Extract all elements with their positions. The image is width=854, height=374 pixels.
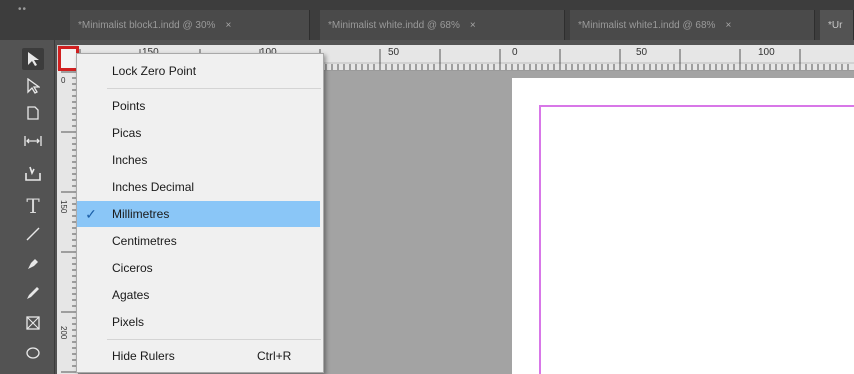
margin-guide — [539, 105, 854, 374]
tab-document-1[interactable]: *Minimalist block1.indd @ 30% × — [70, 10, 310, 40]
menu-item-label: Ciceros — [112, 261, 153, 275]
ruler-label: 200 — [59, 326, 68, 340]
selection-tool-icon[interactable] — [22, 48, 44, 70]
rectangle-frame-tool-icon[interactable] — [22, 312, 44, 334]
menu-item-shortcut: Ctrl+R — [257, 349, 292, 363]
menu-item-centimetres[interactable]: Centimetres — [77, 228, 323, 254]
menu-item-pixels[interactable]: Pixels — [77, 309, 323, 335]
pen-tool-icon[interactable] — [22, 252, 44, 274]
menu-separator — [107, 88, 321, 89]
menu-item-label: Inches Decimal — [112, 180, 195, 194]
ruler-label: 50 — [388, 47, 400, 58]
tab-document-4[interactable]: *Ur — [820, 10, 854, 40]
menu-item-label: Lock Zero Point — [112, 64, 197, 78]
ruler-label: 100 — [758, 47, 775, 58]
ruler-label: 150 — [59, 200, 68, 214]
checkmark-icon: ✓ — [85, 205, 97, 222]
close-icon[interactable]: × — [725, 20, 731, 31]
menu-item-label: Millimetres — [112, 207, 170, 221]
close-icon[interactable]: × — [470, 20, 476, 31]
ruler-units-context-menu: Lock Zero Point Points Picas Inches Inch… — [76, 53, 324, 373]
menu-item-label: Hide Rulers — [112, 349, 175, 363]
content-collector-tool-icon[interactable] — [22, 162, 44, 184]
menu-separator — [107, 339, 321, 340]
menu-item-hide-rulers[interactable]: Hide Rulers Ctrl+R — [77, 343, 323, 369]
ruler-label: 0 — [512, 47, 518, 58]
tools-panel: T — [0, 40, 55, 374]
direct-selection-tool-icon[interactable] — [22, 75, 44, 97]
type-tool-icon[interactable]: T — [22, 194, 44, 218]
tab-label: *Minimalist block1.indd @ 30% — [78, 19, 216, 31]
tab-document-2[interactable]: *Minimalist white.indd @ 68% × — [320, 10, 565, 40]
line-tool-icon[interactable] — [22, 223, 44, 245]
menu-item-points[interactable]: Points — [77, 93, 323, 119]
tab-label: *Minimalist white1.indd @ 68% — [578, 19, 716, 31]
menu-item-inches-decimal[interactable]: Inches Decimal — [77, 174, 323, 200]
ruler-label: 50 — [636, 47, 648, 58]
pencil-tool-icon[interactable] — [22, 282, 44, 304]
close-icon[interactable]: × — [225, 20, 231, 31]
menu-item-label: Inches — [112, 153, 148, 167]
menu-item-label: Picas — [112, 126, 142, 140]
menu-item-agates[interactable]: Agates — [77, 282, 323, 308]
menu-item-label: Pixels — [112, 315, 145, 329]
menu-item-lock-zero-point[interactable]: Lock Zero Point — [77, 58, 323, 84]
menu-item-label: Points — [112, 99, 146, 113]
menu-item-label: Agates — [112, 288, 150, 302]
menu-item-picas[interactable]: Picas — [77, 120, 323, 146]
menu-item-inches[interactable]: Inches — [77, 147, 323, 173]
tab-label: *Minimalist white.indd @ 68% — [328, 19, 460, 31]
gap-tool-icon[interactable] — [22, 130, 44, 152]
ruler-label: 0 — [61, 76, 66, 85]
menu-item-label: Centimetres — [112, 234, 177, 248]
menu-item-ciceros[interactable]: Ciceros — [77, 255, 323, 281]
tab-document-3[interactable]: *Minimalist white1.indd @ 68% × — [570, 10, 815, 40]
ellipse-tool-icon[interactable] — [22, 342, 44, 364]
page-tool-icon[interactable] — [22, 102, 44, 124]
document-tab-bar: •• *Minimalist block1.indd @ 30% × *Mini… — [0, 0, 854, 40]
menu-item-millimetres[interactable]: ✓ Millimetres — [77, 201, 320, 227]
tab-label: *Ur — [828, 19, 843, 31]
tab-bar-grip[interactable]: •• — [18, 4, 27, 15]
